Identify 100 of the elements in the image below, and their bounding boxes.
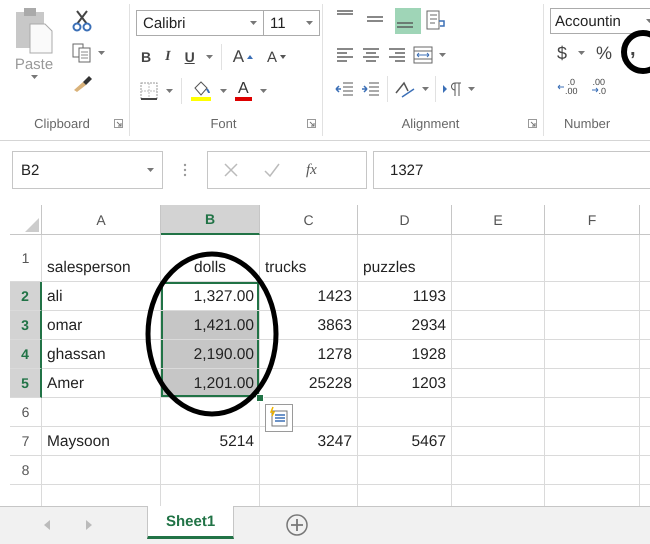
paragraph-direction-icon[interactable]: [442, 81, 462, 97]
row-header[interactable]: 6: [10, 398, 42, 427]
table-cell[interactable]: [260, 456, 358, 485]
table-cell[interactable]: 1278: [260, 340, 358, 369]
table-cell[interactable]: [452, 398, 545, 427]
formula-input[interactable]: 1327: [373, 151, 650, 189]
table-cell[interactable]: 1,201.00: [161, 369, 260, 398]
table-cell[interactable]: [545, 235, 640, 282]
scissors-icon[interactable]: [72, 10, 92, 32]
increase-indent-icon[interactable]: [361, 80, 381, 98]
column-header[interactable]: E: [452, 205, 545, 235]
table-cell[interactable]: Maysoon: [42, 427, 161, 456]
italic-button[interactable]: I: [162, 47, 174, 67]
caret-icon[interactable]: [250, 20, 257, 26]
table-cell[interactable]: [545, 340, 640, 369]
table-cell[interactable]: [452, 282, 545, 311]
caret-icon[interactable]: [220, 88, 227, 94]
wrap-text-icon[interactable]: [425, 10, 447, 32]
table-cell[interactable]: [452, 311, 545, 340]
caret-icon[interactable]: [439, 52, 446, 58]
row-header[interactable]: 2: [10, 282, 42, 311]
caret-icon[interactable]: [422, 86, 429, 92]
caret-icon[interactable]: [166, 88, 173, 94]
font-name-field[interactable]: Calibri: [136, 10, 264, 36]
table-cell[interactable]: [358, 398, 452, 427]
caret-icon[interactable]: [30, 75, 38, 80]
caret-icon[interactable]: [578, 50, 586, 56]
table-cell[interactable]: [545, 456, 640, 485]
borders-icon[interactable]: [140, 82, 158, 100]
row-header[interactable]: 4: [10, 340, 42, 369]
column-header[interactable]: B: [161, 205, 260, 235]
sheet-tab[interactable]: Sheet1: [147, 506, 234, 539]
caret-icon[interactable]: [147, 168, 154, 172]
percent-button[interactable]: %: [593, 40, 616, 66]
row-header[interactable]: 8: [10, 456, 42, 485]
decrease-decimal-button[interactable]: .00 .0: [588, 76, 610, 98]
column-header[interactable]: F: [545, 205, 640, 235]
table-cell[interactable]: salesperson: [42, 235, 161, 282]
table-cell[interactable]: [452, 456, 545, 485]
bold-button[interactable]: B: [138, 47, 154, 67]
table-cell[interactable]: [545, 398, 640, 427]
decrease-indent-icon[interactable]: [335, 80, 355, 98]
underline-button[interactable]: U: [182, 47, 198, 67]
dialog-launcher-icon[interactable]: [307, 118, 316, 128]
bottom-align-icon[interactable]: [395, 8, 421, 34]
name-box[interactable]: B2: [12, 151, 163, 189]
font-size-field[interactable]: 11: [264, 10, 320, 36]
copy-icon[interactable]: [72, 43, 92, 63]
number-format-field[interactable]: Accountin: [550, 8, 650, 34]
new-sheet-icon[interactable]: [286, 514, 308, 536]
table-cell[interactable]: 2934: [358, 311, 452, 340]
table-cell[interactable]: ali: [42, 282, 161, 311]
quick-analysis-menu[interactable]: [265, 404, 293, 432]
table-cell[interactable]: [545, 311, 640, 340]
table-cell[interactable]: 1,421.00: [161, 311, 260, 340]
dialog-launcher-icon[interactable]: [528, 118, 537, 128]
fill-color-icon[interactable]: [190, 80, 212, 102]
table-cell[interactable]: 1423: [260, 282, 358, 311]
column-header[interactable]: D: [358, 205, 452, 235]
insert-function-button[interactable]: fx: [306, 162, 317, 178]
table-cell[interactable]: [42, 398, 161, 427]
table-cell[interactable]: dolls: [161, 235, 260, 282]
paintbrush-icon[interactable]: [72, 74, 94, 92]
merge-cells-icon[interactable]: [413, 45, 433, 65]
table-cell[interactable]: [452, 369, 545, 398]
table-cell[interactable]: 2,190.00: [161, 340, 260, 369]
row-header[interactable]: 7: [10, 427, 42, 456]
table-cell[interactable]: 1,327.00: [161, 282, 260, 311]
table-cell[interactable]: [452, 235, 545, 282]
table-cell[interactable]: 1203: [358, 369, 452, 398]
table-cell[interactable]: [452, 427, 545, 456]
dialog-launcher-icon[interactable]: [114, 118, 123, 128]
font-color-button[interactable]: A: [235, 81, 252, 101]
table-cell[interactable]: 1928: [358, 340, 452, 369]
table-cell[interactable]: 5214: [161, 427, 260, 456]
comma-button[interactable]: ,: [629, 40, 637, 58]
table-cell[interactable]: [545, 369, 640, 398]
table-cell[interactable]: trucks: [260, 235, 358, 282]
text-angle-icon[interactable]: [394, 79, 416, 99]
caret-icon[interactable]: [260, 88, 267, 94]
table-cell[interactable]: 1193: [358, 282, 452, 311]
fill-handle[interactable]: [256, 394, 264, 402]
row-header[interactable]: 5: [10, 369, 42, 398]
column-header[interactable]: C: [260, 205, 358, 235]
table-cell[interactable]: [161, 456, 260, 485]
caret-icon[interactable]: [468, 86, 475, 92]
font-shrink-button[interactable]: A: [264, 46, 290, 68]
table-cell[interactable]: [42, 456, 161, 485]
table-cell[interactable]: 5467: [358, 427, 452, 456]
table-cell[interactable]: 3863: [260, 311, 358, 340]
increase-decimal-button[interactable]: .0 .00: [554, 76, 581, 98]
table-cell[interactable]: [452, 340, 545, 369]
table-cell[interactable]: [358, 456, 452, 485]
table-cell[interactable]: [545, 282, 640, 311]
row-header[interactable]: 3: [10, 311, 42, 340]
caret-icon[interactable]: [98, 50, 105, 56]
caret-icon[interactable]: [306, 20, 313, 26]
font-grow-button[interactable]: A: [230, 45, 256, 69]
currency-button[interactable]: $: [554, 40, 570, 66]
caret-icon[interactable]: [206, 54, 213, 60]
